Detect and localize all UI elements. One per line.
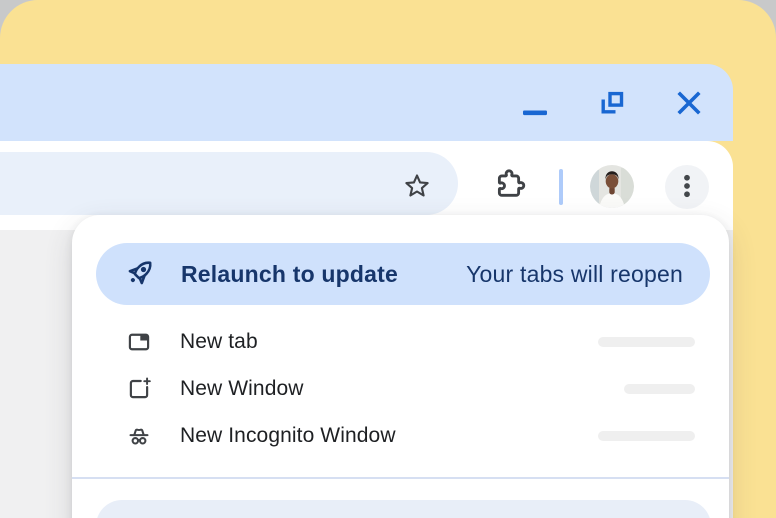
- browser-dropdown-menu: Relaunch to update Your tabs will reopen…: [72, 215, 729, 518]
- menu-item-label: New Incognito Window: [180, 424, 396, 448]
- profile-avatar: [590, 165, 634, 209]
- relaunch-label: Relaunch to update: [181, 261, 398, 288]
- menu-item-list: New tab New Window: [72, 318, 729, 459]
- menu-next-section-placeholder: [96, 500, 711, 518]
- relaunch-to-update-banner[interactable]: Relaunch to update Your tabs will reopen: [96, 243, 710, 305]
- more-vert-icon: [672, 171, 702, 204]
- close-button[interactable]: [676, 90, 702, 116]
- menu-item-label: New Window: [180, 377, 304, 401]
- rocket-launch-icon: [122, 255, 158, 294]
- bookmark-button[interactable]: [395, 165, 439, 209]
- restore-button[interactable]: [599, 90, 625, 116]
- shortcut-placeholder: [598, 431, 695, 441]
- toolbar-separator: [559, 169, 563, 205]
- address-bar[interactable]: [0, 152, 458, 215]
- new-tab-icon: [126, 329, 152, 355]
- minimize-button[interactable]: [522, 99, 548, 125]
- tabs-reopen-hint: Your tabs will reopen: [466, 261, 683, 288]
- incognito-icon: [126, 423, 152, 449]
- profile-button[interactable]: [590, 165, 634, 209]
- menu-item-label: New tab: [180, 330, 258, 354]
- extensions-button[interactable]: [487, 165, 531, 209]
- minimize-icon: [522, 99, 548, 125]
- extensions-puzzle-icon: [492, 169, 526, 206]
- menu-divider: [72, 477, 729, 479]
- window-titlebar: [0, 64, 733, 141]
- close-icon: [676, 90, 702, 116]
- bookmark-star-icon: [402, 171, 432, 204]
- menu-item-new-incognito-window[interactable]: New Incognito Window: [72, 412, 729, 459]
- new-window-icon: [126, 376, 152, 402]
- shortcut-placeholder: [624, 384, 695, 394]
- browser-menu-button[interactable]: [665, 165, 709, 209]
- shortcut-placeholder: [598, 337, 695, 347]
- restore-icon: [599, 90, 625, 116]
- menu-item-new-window[interactable]: New Window: [72, 365, 729, 412]
- menu-item-new-tab[interactable]: New tab: [72, 318, 729, 365]
- illustration-stage: Relaunch to update Your tabs will reopen…: [0, 0, 776, 518]
